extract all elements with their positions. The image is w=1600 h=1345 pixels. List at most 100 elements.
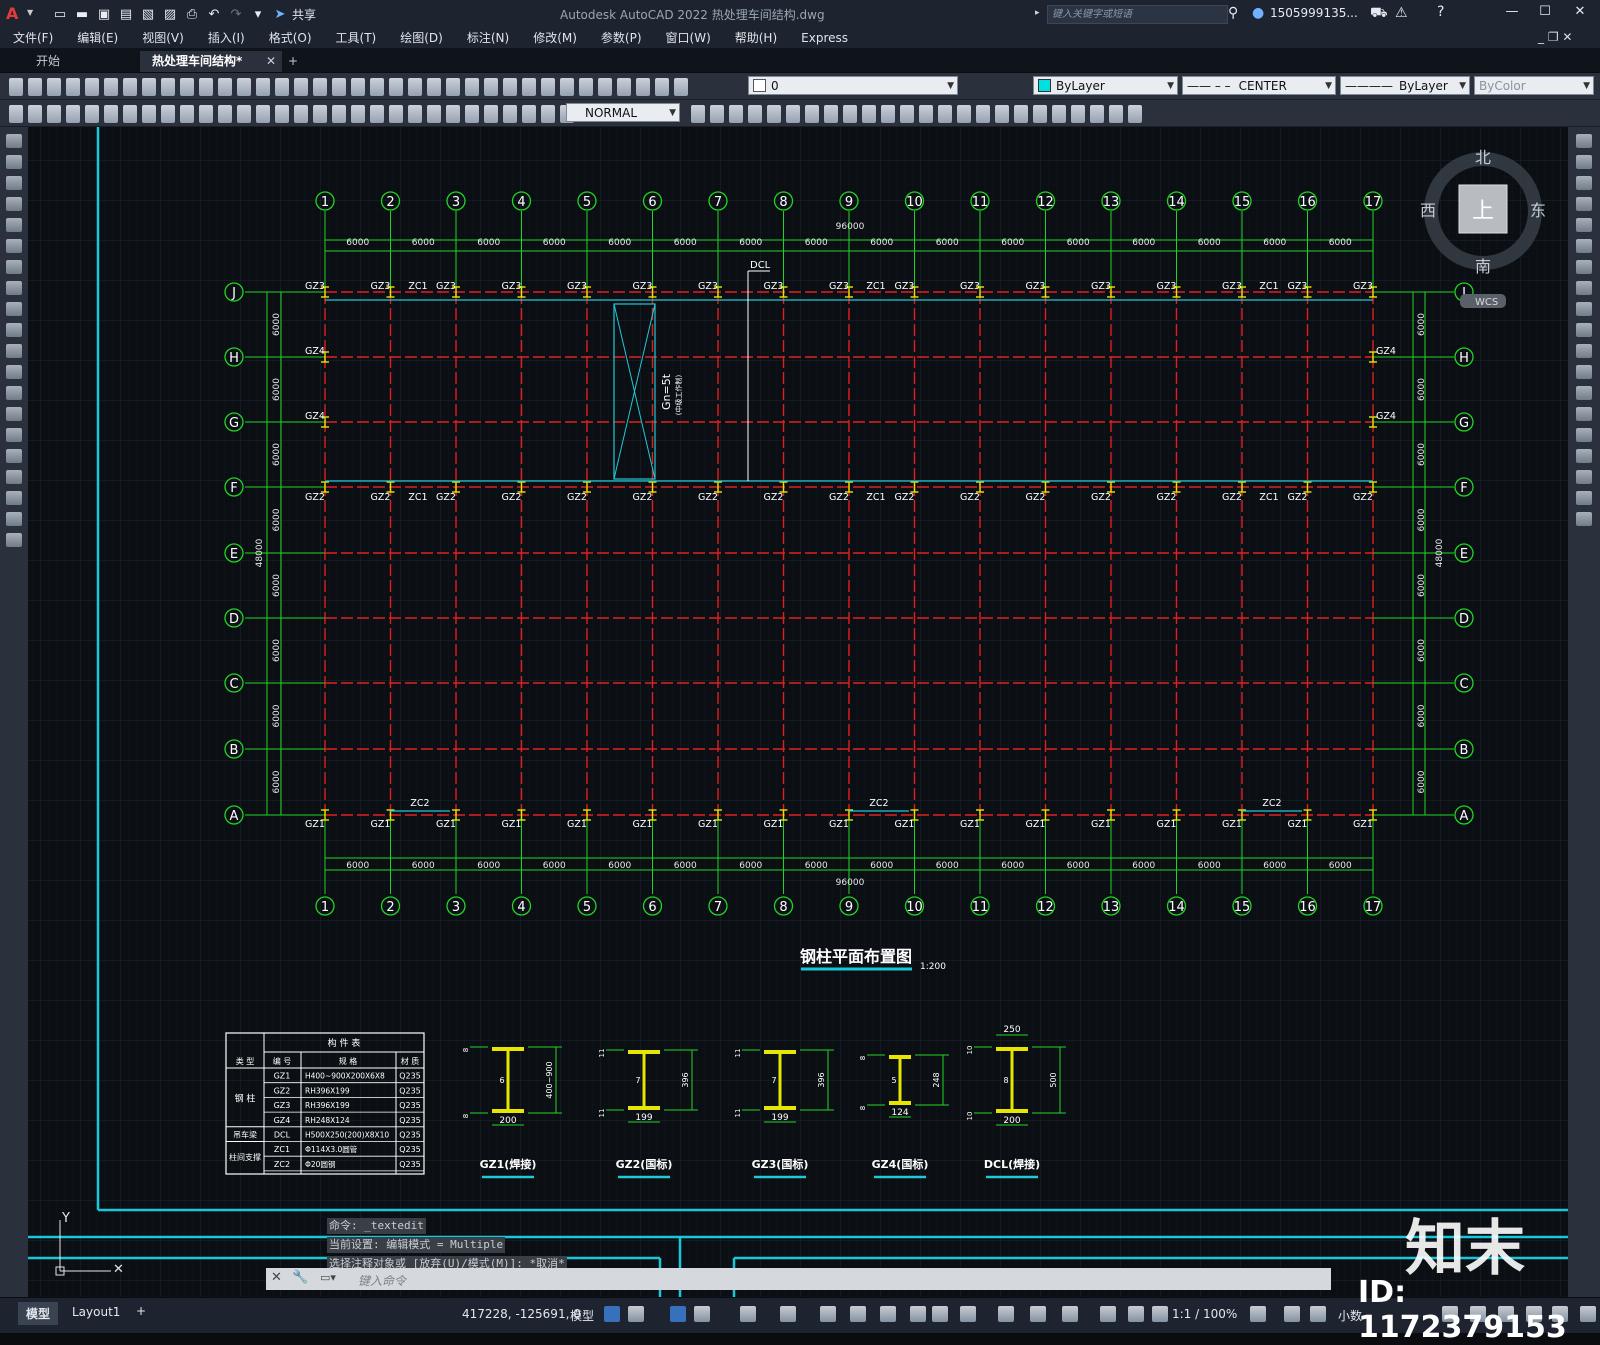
customize-qa-icon[interactable]: ▾ <box>248 5 268 23</box>
tool-tb3-2-icon[interactable] <box>729 105 743 123</box>
status-toggle-6-icon[interactable] <box>820 1306 836 1322</box>
app-menu-chevron-icon[interactable]: ▼ <box>27 8 33 17</box>
command-input[interactable]: ✕ 🔧 ▭▾ 键入命令 <box>266 1268 1331 1290</box>
menu-format[interactable]: 格式(O) <box>256 28 323 48</box>
right-tools-tool-10-icon[interactable] <box>1576 344 1592 358</box>
menu-tools[interactable]: 工具(T) <box>323 28 388 48</box>
right-tools-tool-5-icon[interactable] <box>1576 239 1592 253</box>
status-toggle-17-icon[interactable] <box>1152 1306 1168 1322</box>
status-toggle-8-icon[interactable] <box>880 1306 896 1322</box>
tool-tb1-19-icon[interactable] <box>370 78 384 96</box>
menu-dimension[interactable]: 标注(N) <box>454 28 520 48</box>
right-tools-tool-0-icon[interactable] <box>1576 134 1592 148</box>
left-tools-tool-15-icon[interactable] <box>6 449 22 463</box>
plotstyle-dropdown[interactable]: ByColor ▼ <box>1474 76 1594 95</box>
tool-tb1-25-icon[interactable] <box>484 78 498 96</box>
tool-tb1-3-icon[interactable] <box>66 78 80 96</box>
viewcube-east[interactable]: 东 <box>1530 201 1546 220</box>
left-tools-tool-1-icon[interactable] <box>6 155 22 169</box>
viewcube-south[interactable]: 南 <box>1475 257 1491 276</box>
tool-tb1-24-icon[interactable] <box>465 78 479 96</box>
tool-tb3-12-icon[interactable] <box>919 105 933 123</box>
save-icon[interactable]: ▣ <box>94 5 114 23</box>
menu-file[interactable]: 文件(F) <box>0 28 64 48</box>
status-toggle-3-icon[interactable] <box>694 1306 710 1322</box>
tool-tb3-22-icon[interactable] <box>1109 105 1123 123</box>
autocad-logo-icon[interactable]: A <box>6 4 26 24</box>
right-tools-tool-2-icon[interactable] <box>1576 176 1592 190</box>
tool-tb3-11-icon[interactable] <box>900 105 914 123</box>
tool-tb2-20-icon[interactable] <box>389 105 403 123</box>
left-tools-tool-7-icon[interactable] <box>6 281 22 295</box>
tool-tb2-7-icon[interactable] <box>142 105 156 123</box>
left-tools-tool-2-icon[interactable] <box>6 176 22 190</box>
left-tools-tool-10-icon[interactable] <box>6 344 22 358</box>
tool-tb1-31-icon[interactable] <box>598 78 612 96</box>
tool-tb2-1-icon[interactable] <box>28 105 42 123</box>
tool-tb3-5-icon[interactable] <box>786 105 800 123</box>
status-toggle-12-icon[interactable] <box>998 1306 1014 1322</box>
connect-icon[interactable]: ⚠ <box>1395 5 1408 21</box>
right-tools-tool-7-icon[interactable] <box>1576 281 1592 295</box>
right-tools-tool-17-icon[interactable] <box>1576 491 1592 505</box>
new-file-icon[interactable]: ▭ <box>50 5 70 23</box>
tool-tb1-13-icon[interactable] <box>256 78 270 96</box>
layer-dropdown[interactable]: 0 ▼ <box>748 76 958 95</box>
dimstyle-dropdown[interactable]: NORMAL ▼ <box>566 103 680 122</box>
right-tools-tool-8-icon[interactable] <box>1576 302 1592 316</box>
tool-tb1-5-icon[interactable] <box>104 78 118 96</box>
menu-parametric[interactable]: 参数(P) <box>588 28 653 48</box>
tool-tb2-21-icon[interactable] <box>408 105 422 123</box>
menu-help[interactable]: 帮助(H) <box>722 28 788 48</box>
tool-tb1-6-icon[interactable] <box>123 78 137 96</box>
tool-tb1-0-icon[interactable] <box>9 78 23 96</box>
status-toggle-11-icon[interactable] <box>960 1306 976 1322</box>
tool-tb1-29-icon[interactable] <box>560 78 574 96</box>
status-toggle-20-icon[interactable] <box>1310 1306 1326 1322</box>
right-tools-tool-15-icon[interactable] <box>1576 449 1592 463</box>
tab-start[interactable]: 开始 <box>24 51 72 72</box>
linetype-dropdown[interactable]: —— – – CENTER ▼ <box>1182 76 1336 95</box>
tool-tb1-9-icon[interactable] <box>180 78 194 96</box>
left-tools-tool-6-icon[interactable] <box>6 260 22 274</box>
save-as-icon[interactable]: ▤ <box>116 5 136 23</box>
minimize-icon[interactable]: — <box>1500 4 1524 24</box>
status-toggle-2-icon[interactable] <box>670 1306 686 1322</box>
tool-tb1-28-icon[interactable] <box>541 78 555 96</box>
tool-tb2-16-icon[interactable] <box>313 105 327 123</box>
right-tools-tool-9-icon[interactable] <box>1576 323 1592 337</box>
tool-tb1-32-icon[interactable] <box>617 78 631 96</box>
left-tools-tool-8-icon[interactable] <box>6 302 22 316</box>
tool-tb2-24-icon[interactable] <box>465 105 479 123</box>
right-tools-tool-11-icon[interactable] <box>1576 365 1592 379</box>
status-toggle-10-icon[interactable] <box>932 1306 948 1322</box>
tool-tb3-0-icon[interactable] <box>691 105 705 123</box>
tool-tb3-13-icon[interactable] <box>938 105 952 123</box>
tool-tb3-20-icon[interactable] <box>1071 105 1085 123</box>
status-toggle-9-icon[interactable] <box>910 1306 926 1322</box>
drawing-area[interactable]: 6000 6000 6000 6000 6000 6000 6000 6000 6000 6000… <box>28 127 1568 1297</box>
search-icon[interactable]: ⚲ <box>1228 5 1238 21</box>
tool-tb3-18-icon[interactable] <box>1033 105 1047 123</box>
tool-tb1-8-icon[interactable] <box>161 78 175 96</box>
coordinates-readout[interactable]: 417228, -125691, 0 <box>462 1307 581 1321</box>
tool-tb3-19-icon[interactable] <box>1052 105 1066 123</box>
left-tools-tool-14-icon[interactable] <box>6 428 22 442</box>
tool-tb2-23-icon[interactable] <box>446 105 460 123</box>
left-tools-tool-12-icon[interactable] <box>6 386 22 400</box>
share-label[interactable]: 共享 <box>292 6 316 23</box>
right-tools-tool-1-icon[interactable] <box>1576 155 1592 169</box>
status-toggle-5-icon[interactable] <box>780 1306 796 1322</box>
tab-active-drawing[interactable]: 热处理车间结构* ✕ <box>140 51 282 72</box>
status-toggle-7-icon[interactable] <box>850 1306 866 1322</box>
doc-minimize-icon[interactable]: _ ❐ ✕ <box>1538 30 1572 44</box>
tool-tb3-7-icon[interactable] <box>824 105 838 123</box>
tool-tb3-3-icon[interactable] <box>748 105 762 123</box>
tool-tb1-18-icon[interactable] <box>351 78 365 96</box>
left-tools-tool-0-icon[interactable] <box>6 134 22 148</box>
tool-tb1-23-icon[interactable] <box>446 78 460 96</box>
tool-tb3-21-icon[interactable] <box>1090 105 1104 123</box>
tool-tb2-15-icon[interactable] <box>294 105 308 123</box>
viewcube-top[interactable]: 上 <box>1472 199 1494 224</box>
maximize-icon[interactable]: ☐ <box>1533 4 1557 24</box>
